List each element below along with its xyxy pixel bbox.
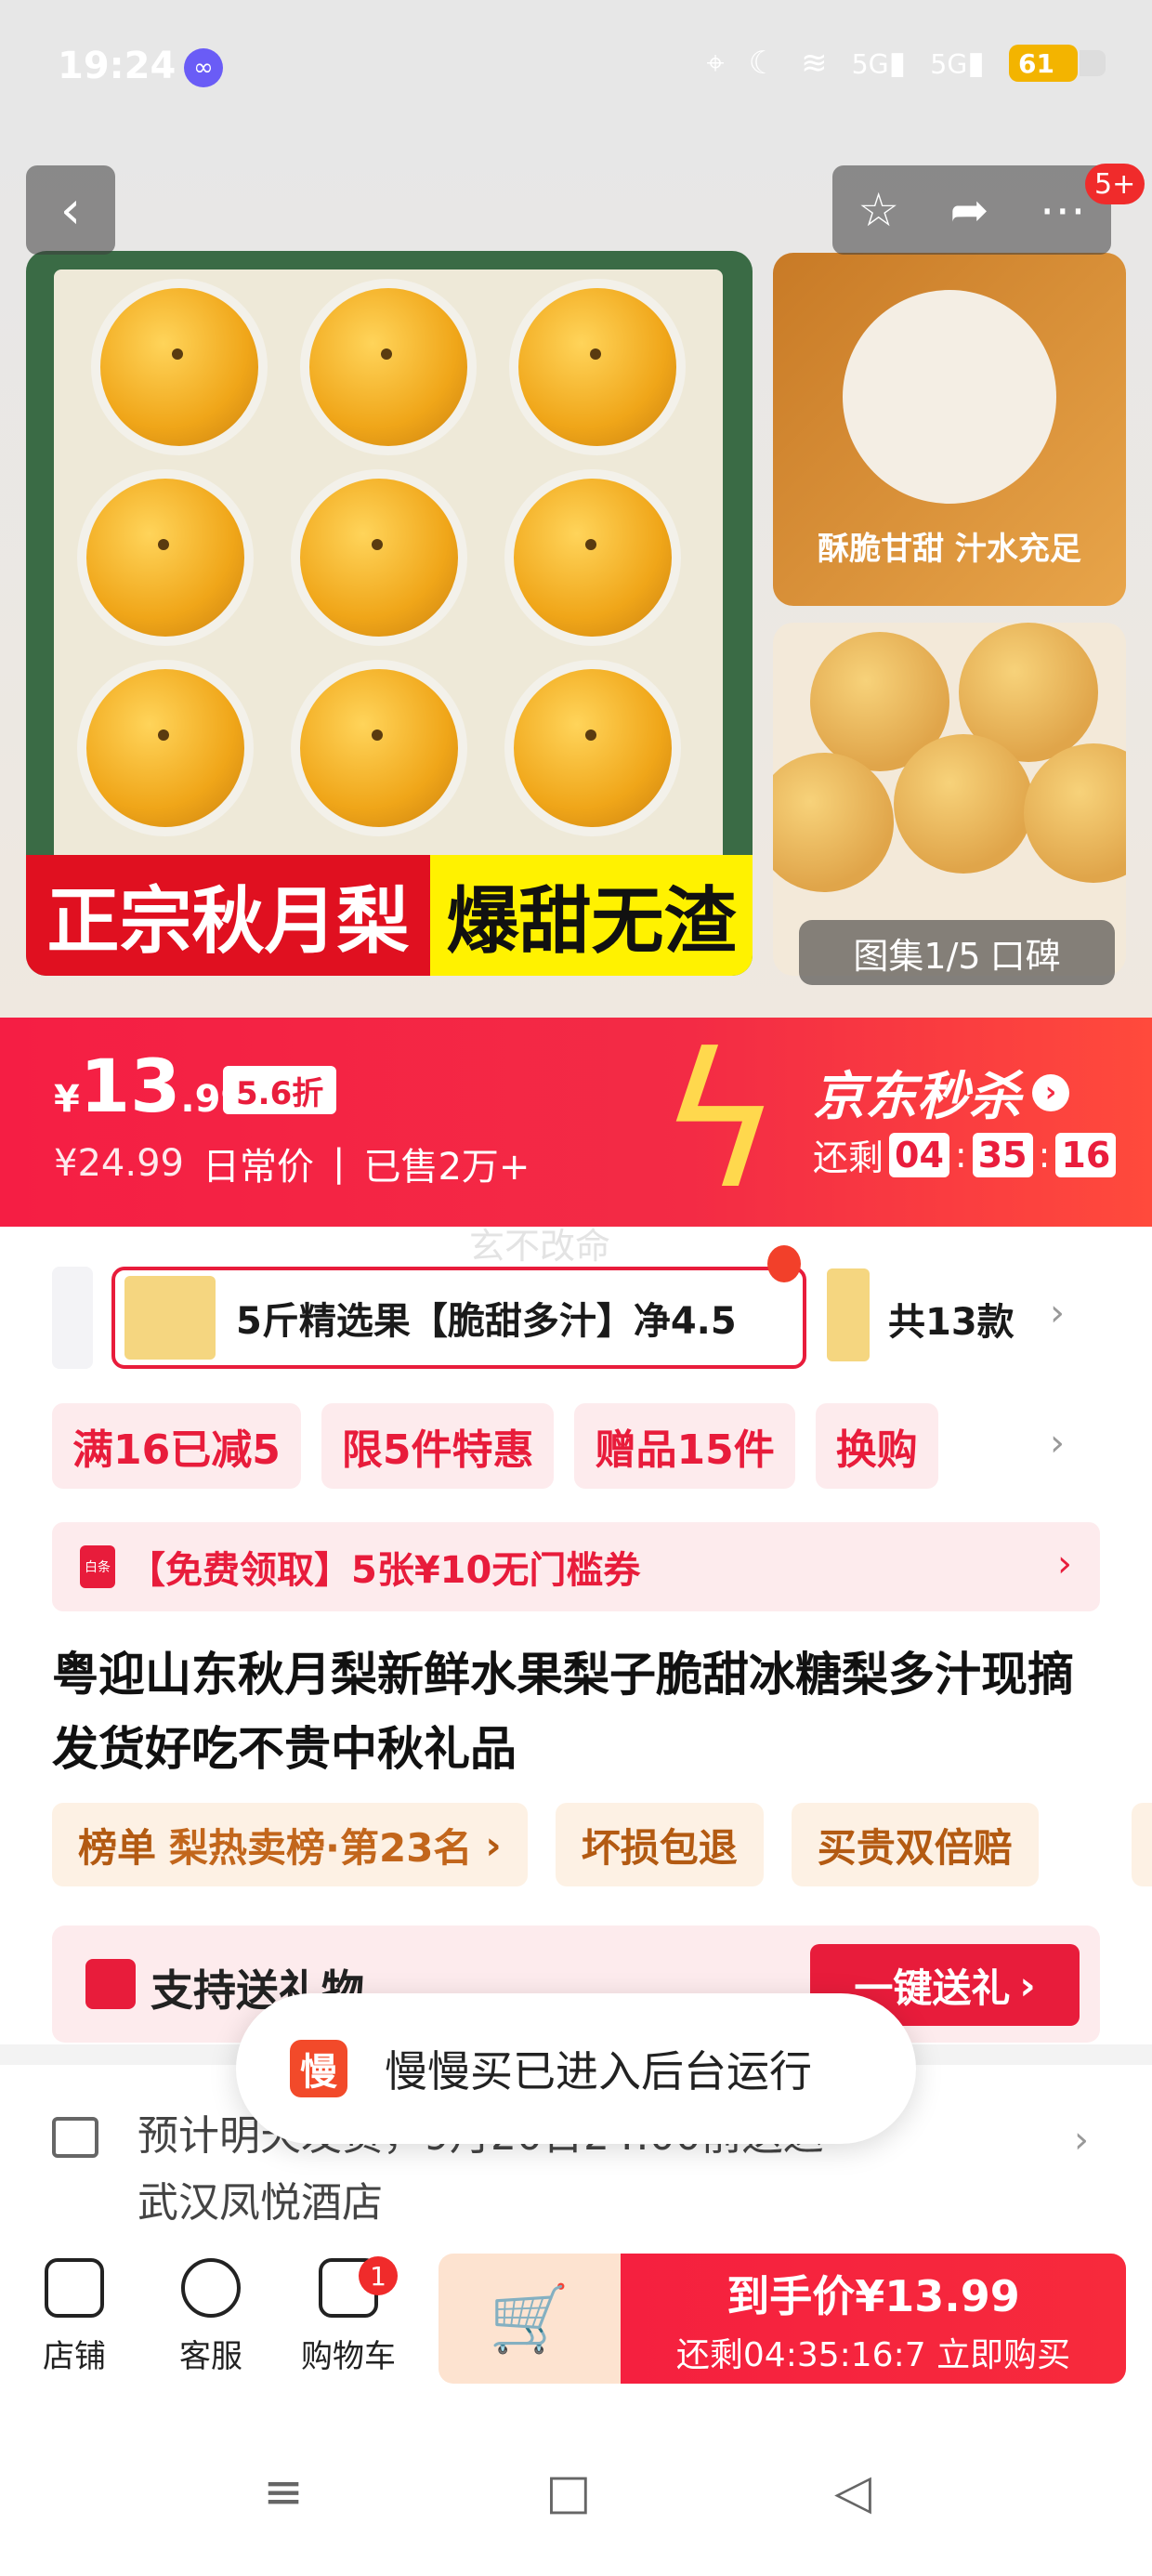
manmanmai-app-icon: 慢 — [290, 2040, 347, 2097]
lightning-icon: ϟ — [659, 1014, 781, 1230]
buy-now-button[interactable]: 到手价¥13.99 还剩04:35:16:7 立即购买 — [621, 2254, 1126, 2384]
current-price: ¥ 13 .99 — [54, 1045, 247, 1129]
pear-slice — [843, 290, 1056, 504]
battery-icon: 61 — [1009, 45, 1106, 82]
sku-label: 5斤精选果【脆甜多汁】净4.5 — [236, 1300, 737, 1343]
sold-count: 已售2万+ — [363, 1146, 530, 1189]
original-price: ¥24.99 — [54, 1142, 184, 1185]
tag-overflow — [1132, 1803, 1152, 1886]
buy-countdown: 还剩04:35:16:7 立即购买 — [675, 2336, 1071, 2374]
share-icon[interactable]: ➦ — [949, 183, 988, 237]
seckill-link[interactable]: 京东秒杀 › — [813, 1055, 1069, 1130]
sku-option-selected[interactable]: 5斤精选果【脆甜多汁】净4.5 — [111, 1267, 806, 1369]
toast-text: 慢慢买已进入后台运行 — [385, 2046, 812, 2096]
side-photo-caption: 酥脆甘甜 汁水充足 — [818, 531, 1081, 568]
promo-tags: 满16已减5 限5件特惠 赠品15件 换购 — [52, 1403, 938, 1489]
gift-icon — [85, 1959, 136, 2009]
coupon-text: 【免费领取】5张¥10无门槛券 — [128, 1549, 641, 1592]
main-product-photo[interactable]: 正宗秋月梨 爆甜无渣 — [26, 251, 753, 976]
add-to-cart-button[interactable]: 🛒 — [439, 2254, 621, 2384]
system-nav-bar: ≡ □ ◁ — [0, 2407, 1152, 2576]
location-icon: ⌖ — [706, 45, 725, 82]
signal-icon-1: 5G▮ — [851, 45, 907, 82]
banner-left-text: 正宗秋月梨 — [26, 855, 430, 976]
more-dots-icon[interactable]: ⋯ — [1040, 183, 1086, 237]
product-title: 粤迎山东秋月梨新鲜水果梨子脆甜冰糖梨多汁现摘发货好吃不贵中秋礼品 — [52, 1648, 1074, 1776]
status-time: 19:24 — [58, 45, 177, 87]
buy-price: 到手价¥13.99 — [727, 2271, 1020, 2321]
status-indicators: ⌖ ☾ ≋ 5G▮ 5G▮ 61 — [706, 45, 1106, 82]
service-tags: 榜单 梨热卖榜·第23名 › 坏损包退 买贵双倍赔 — [52, 1803, 1039, 1886]
sku-option-next[interactable] — [827, 1268, 870, 1361]
gallery-counter-label: 图集1/5 — [853, 935, 981, 977]
rank-tag[interactable]: 榜单 梨热卖榜·第23名 › — [52, 1803, 528, 1886]
delivery-address: 武汉凤悦酒店 — [137, 2179, 383, 2227]
wifi-icon: ≋ — [801, 45, 828, 82]
back-triangle-icon[interactable]: ◁ — [825, 2464, 881, 2520]
return-tag[interactable]: 坏损包退 — [555, 1803, 764, 1886]
price-protect-tag[interactable]: 买贵双倍赔 — [791, 1803, 1039, 1886]
gallery-review-label: 口碑 — [989, 935, 1061, 977]
chevron-right-icon: › — [1057, 1543, 1072, 1585]
back-arrow-icon[interactable]: ‹ — [26, 165, 115, 255]
message-badge: 5+ — [1085, 164, 1145, 204]
banner-right-text: 爆甜无渣 — [430, 855, 753, 976]
chevron-right-icon: › — [1074, 2119, 1089, 2162]
star-icon[interactable]: ☆ — [857, 183, 899, 237]
sku-option-prev[interactable] — [52, 1267, 93, 1369]
product-gallery[interactable]: 正宗秋月梨 爆甜无渣 酥脆甘甜 汁水充足 图集1/5 口碑 — [0, 139, 1152, 1018]
chevron-right-icon: › — [485, 1821, 502, 1868]
service-button[interactable]: 客服 — [160, 2258, 262, 2376]
menu-icon[interactable]: ≡ — [255, 2464, 311, 2520]
discount-tag: 5.6折 — [223, 1066, 337, 1114]
side-photo-slice[interactable]: 酥脆甘甜 汁水充足 — [773, 253, 1126, 606]
signal-icon-2: 5G▮ — [930, 45, 985, 82]
app-notification-icon: ∞ — [184, 48, 223, 87]
main-photo-banner: 正宗秋月梨 爆甜无渣 — [26, 855, 753, 976]
sku-count[interactable]: 共13款 — [888, 1292, 1015, 1346]
seckill-countdown: 还剩 04: 35: 16 — [813, 1129, 1117, 1180]
cart-count-badge: 1 — [359, 2256, 398, 2295]
home-square-icon[interactable]: □ — [541, 2464, 596, 2520]
promo-tag[interactable]: 赠品15件 — [574, 1403, 795, 1489]
chevron-right-icon[interactable]: › — [1050, 1292, 1065, 1334]
original-price-label: 日常价 — [202, 1146, 314, 1189]
promo-tag[interactable]: 满16已减5 — [52, 1403, 301, 1489]
promo-tag[interactable]: 限5件特惠 — [321, 1403, 555, 1489]
chevron-right-icon[interactable]: › — [1050, 1422, 1065, 1465]
hot-flame-icon — [767, 1245, 801, 1282]
baitiao-icon: 白条 — [80, 1545, 115, 1588]
background-toast: 慢 慢慢买已进入后台运行 — [236, 1993, 916, 2144]
chat-face-icon — [181, 2258, 241, 2318]
promo-tag[interactable]: 换购 — [815, 1403, 938, 1489]
shop-button[interactable]: 店铺 — [23, 2258, 125, 2376]
coupon-banner[interactable]: 白条 【免费领取】5张¥10无门槛券 › — [52, 1522, 1100, 1611]
sku-thumbnail — [124, 1276, 216, 1360]
price-banner: ¥ 13 .99 5.6折 ¥24.99 日常价 | 已售2万+ ϟ 京东秒杀 … — [0, 1018, 1152, 1227]
gallery-counter[interactable]: 图集1/5 口碑 — [799, 920, 1115, 985]
moon-icon: ☾ — [748, 45, 778, 82]
add-to-cart-icon: 🛒 — [489, 2280, 570, 2357]
store-icon — [45, 2258, 104, 2318]
chevron-right-icon: › — [1032, 1073, 1069, 1111]
chevron-right-icon: › — [1019, 1962, 1036, 2008]
status-bar: 19:24 ∞ ⌖ ☾ ≋ 5G▮ 5G▮ 61 — [0, 0, 1152, 139]
top-actions: ☆ ➦ ⋯ — [832, 165, 1111, 255]
pear-box — [54, 269, 723, 864]
price-subline: ¥24.99 日常价 | 已售2万+ — [54, 1137, 530, 1190]
truck-icon — [52, 2117, 98, 2158]
